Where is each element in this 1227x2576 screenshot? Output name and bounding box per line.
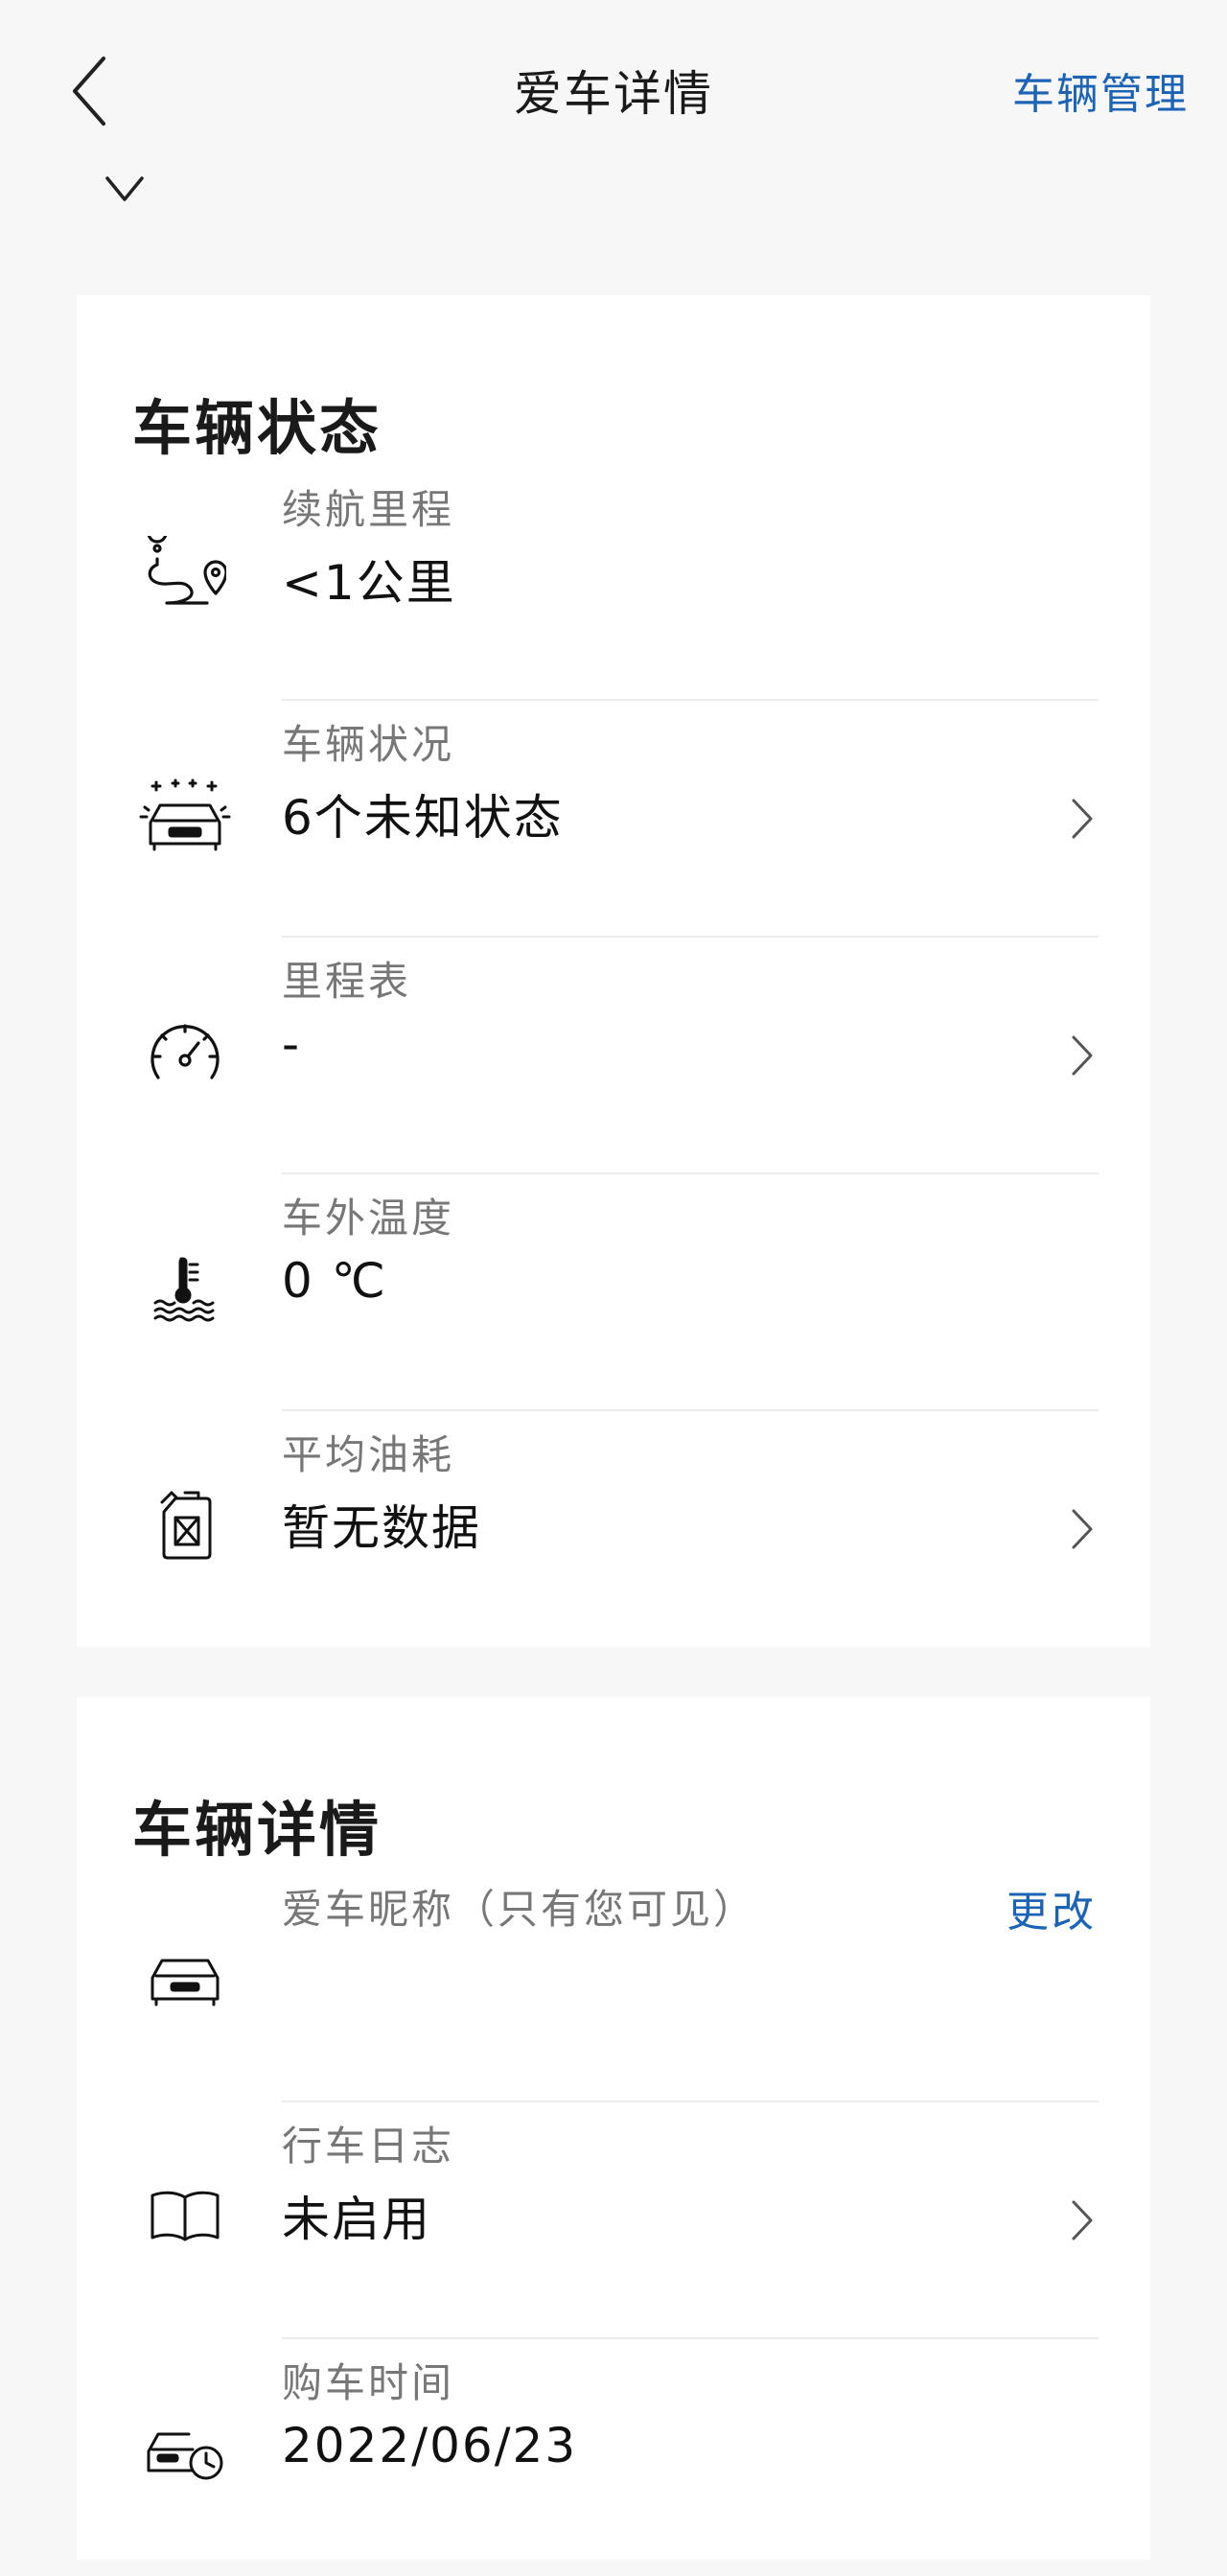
- card-title-status: 车辆状态: [132, 393, 382, 463]
- edit-nickname-button[interactable]: 更改: [1007, 1877, 1097, 1938]
- chevron-right-icon: [1072, 799, 1093, 839]
- chevron-right-icon: [1072, 2200, 1093, 2240]
- temperature-value: 0 ℃: [282, 1253, 387, 1309]
- vehicle-management-link[interactable]: 车辆管理: [1012, 59, 1189, 121]
- nickname-label: 爱车昵称（只有您可见）: [282, 1886, 757, 1933]
- odometer-label: 里程表: [282, 958, 412, 1005]
- purchase-date-label: 购车时间: [282, 2359, 455, 2406]
- driving-log-label: 行车日志: [282, 2123, 455, 2170]
- condition-value: 6个未知状态: [282, 790, 564, 846]
- car-clock-icon: [132, 2401, 238, 2506]
- speedometer-icon: [132, 999, 238, 1104]
- chevron-down-icon: [105, 176, 144, 201]
- range-value: <1公里: [282, 555, 456, 611]
- chevron-right-icon: [1072, 1509, 1093, 1549]
- detail-row-driving-log[interactable]: 行车日志 未启用: [77, 2102, 1150, 2339]
- card-title-detail: 车辆详情: [132, 1795, 382, 1865]
- thermometer-icon: [132, 1236, 238, 1341]
- car-status-icon: [132, 762, 238, 868]
- status-row-range: 续航里程 <1公里: [77, 464, 1150, 701]
- collapse-toggle[interactable]: [104, 173, 146, 205]
- detail-row-purchase-date: 购车时间 2022/06/23: [77, 2339, 1150, 2576]
- fuel-label: 平均油耗: [282, 1431, 455, 1478]
- book-icon: [132, 2164, 238, 2269]
- fuel-can-icon: [132, 1473, 238, 1578]
- status-row-fuel[interactable]: 平均油耗 暂无数据: [77, 1411, 1150, 1648]
- purchase-date-value: 2022/06/23: [282, 2418, 578, 2473]
- vehicle-status-card: 车辆状态 续航里程 <1公里 车辆状况 6个未知状态 里程表 - 车外温度 0 …: [77, 295, 1150, 1647]
- header-bar: 爱车详情 车辆管理: [0, 0, 1227, 173]
- route-icon: [132, 522, 238, 627]
- car-icon: [132, 1927, 238, 2032]
- temperature-label: 车外温度: [282, 1195, 455, 1242]
- odometer-value: -: [282, 1016, 302, 1072]
- driving-log-value: 未启用: [282, 2192, 431, 2247]
- condition-label: 车辆状况: [282, 721, 455, 768]
- status-row-temperature: 车外温度 0 ℃: [77, 1174, 1150, 1411]
- chevron-right-icon: [1072, 1035, 1093, 1076]
- detail-row-nickname: 爱车昵称（只有您可见） 更改: [77, 1866, 1150, 2102]
- status-row-odometer[interactable]: 里程表 -: [77, 938, 1150, 1174]
- range-label: 续航里程: [282, 486, 455, 533]
- fuel-value: 暂无数据: [282, 1500, 481, 1556]
- status-row-condition[interactable]: 车辆状况 6个未知状态: [77, 701, 1150, 938]
- vehicle-detail-card: 车辆详情 爱车昵称（只有您可见） 更改 行车日志 未启用 购车时间 2022/0…: [77, 1697, 1150, 2560]
